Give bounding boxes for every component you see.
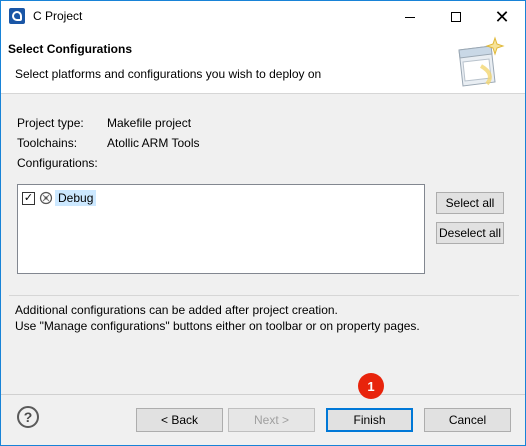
minimize-button[interactable] — [387, 1, 433, 32]
window-title: C Project — [33, 9, 83, 23]
configurations-label: Configurations: — [17, 156, 98, 170]
wizard-banner-icon — [458, 36, 505, 87]
configurations-list[interactable]: ✓ Debug — [17, 184, 425, 274]
maximize-button[interactable] — [433, 1, 479, 32]
config-gear-icon — [39, 191, 53, 205]
close-button[interactable]: ✕ — [479, 1, 525, 32]
close-icon: ✕ — [494, 6, 510, 27]
minimize-icon — [405, 17, 415, 18]
toolchains-label: Toolchains: — [17, 136, 78, 150]
footer-divider — [1, 394, 525, 395]
check-icon: ✓ — [23, 191, 34, 204]
wizard-banner: Select Configurations Select platforms a… — [1, 32, 525, 94]
project-type-label: Project type: — [17, 116, 84, 130]
info-message: Additional configurations can be added a… — [9, 295, 519, 335]
dialog-window: C Project ✕ Select Configurations Select… — [0, 0, 526, 446]
message-line-1: Additional configurations can be added a… — [15, 303, 338, 317]
next-button[interactable]: Next > — [228, 408, 315, 432]
toolchains-value: Atollic ARM Tools — [107, 136, 200, 150]
message-line-2: Use "Manage configurations" buttons eith… — [15, 319, 420, 333]
title-bar: C Project ✕ — [1, 1, 525, 32]
page-subtitle: Select platforms and configurations you … — [15, 67, 322, 81]
maximize-icon — [451, 11, 461, 22]
step-badge: 1 — [358, 373, 384, 399]
wizard-body: Project type: Makefile project Toolchain… — [1, 95, 525, 395]
finish-button[interactable]: Finish — [326, 408, 413, 432]
debug-checkbox[interactable]: ✓ — [22, 191, 35, 205]
project-type-value: Makefile project — [107, 116, 192, 130]
back-button[interactable]: < Back — [136, 408, 223, 432]
cancel-button[interactable]: Cancel — [424, 408, 511, 432]
page-title: Select Configurations — [8, 42, 133, 56]
list-item[interactable]: ✓ Debug — [22, 189, 97, 207]
app-icon — [9, 8, 25, 24]
select-all-button[interactable]: Select all — [436, 192, 504, 214]
debug-config-label: Debug — [55, 190, 97, 206]
help-icon[interactable]: ? — [17, 406, 39, 428]
deselect-all-button[interactable]: Deselect all — [436, 222, 504, 244]
